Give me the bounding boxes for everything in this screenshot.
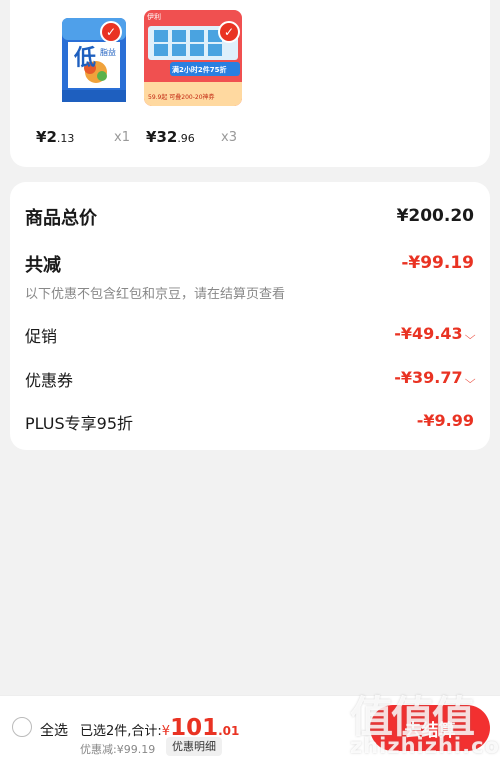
- discount-summary: 优惠减:¥99.19: [80, 743, 156, 756]
- discount-detail-button[interactable]: 优惠明细: [166, 737, 222, 756]
- promo-value: -¥49.43 ⌵: [394, 324, 476, 343]
- item-1-check-icon[interactable]: ✓: [100, 21, 122, 43]
- coupon-value: -¥39.77 ⌵: [394, 368, 476, 387]
- product-image-1-logo: 低: [74, 46, 97, 71]
- coupon-label: 优惠券: [25, 371, 74, 390]
- chevron-down-icon: ⌵: [464, 373, 476, 386]
- item-2-qty: x3: [221, 130, 237, 145]
- product-image-1[interactable]: 低 脂益: [48, 10, 146, 106]
- plus-label: PLUS专享95折: [25, 414, 133, 433]
- select-all-label[interactable]: 全选: [40, 720, 68, 740]
- total-label: 商品总价: [25, 208, 97, 229]
- select-all-radio[interactable]: [12, 717, 32, 737]
- product-image-2-banner: 满2小时2件75折: [172, 66, 227, 74]
- discount-note: 以下优惠不包含红包和京豆，请在结算页查看: [25, 287, 286, 302]
- product-image-2-promo: 59.9起 可叠200-20神券: [148, 94, 215, 101]
- chevron-down-icon: ⌵: [464, 329, 476, 342]
- reduce-value: -¥99.19: [401, 253, 474, 273]
- total-value: ¥200.20: [396, 206, 474, 226]
- product-image-2-brand: 伊利: [147, 13, 161, 21]
- product-card: 低 脂益 ✓ ¥2.13 x1 伊利 满2小时2件75折 59.9起 可叠200…: [10, 0, 490, 167]
- plus-value: -¥9.99: [416, 411, 474, 430]
- item-1-price: ¥2.13: [36, 128, 75, 146]
- reduce-label: 共减: [25, 255, 61, 276]
- watermark-url: zhizhizhi.com: [350, 734, 500, 758]
- price-summary-card: 商品总价 ¥200.20 共减 -¥99.19 以下优惠不包含红包和京豆，请在结…: [10, 182, 490, 450]
- item-2-price: ¥32.96: [146, 128, 195, 146]
- item-1-qty: x1: [114, 130, 130, 145]
- product-image-1-sub: 脂益: [100, 48, 116, 57]
- promo-label: 促销: [25, 327, 58, 346]
- item-2-check-icon[interactable]: ✓: [218, 21, 240, 43]
